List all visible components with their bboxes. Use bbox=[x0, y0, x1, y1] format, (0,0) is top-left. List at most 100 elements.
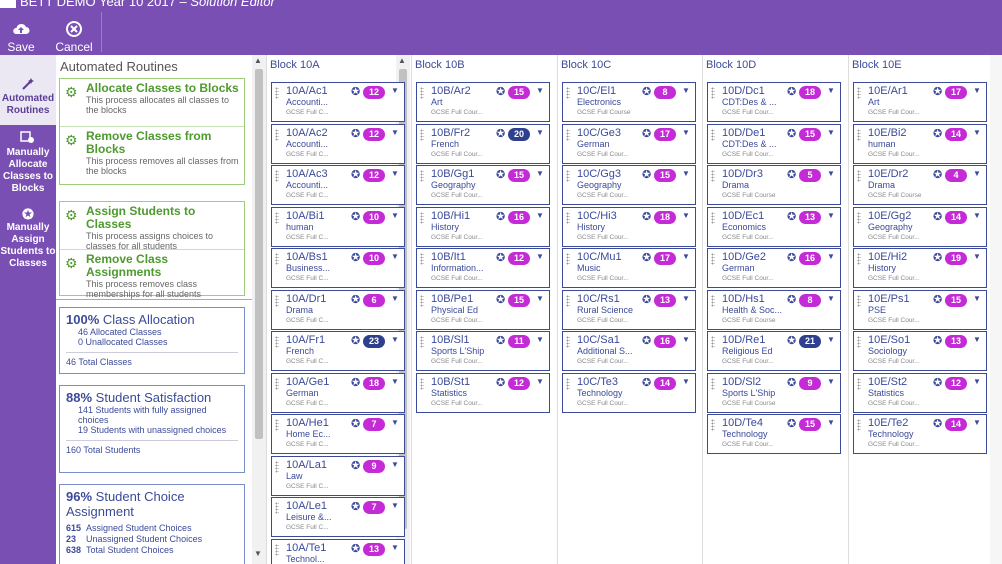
chevron-down-icon[interactable]: ▼ bbox=[827, 169, 835, 178]
chevron-down-icon[interactable]: ▼ bbox=[973, 294, 981, 303]
routines-scrollbar[interactable]: ▲ ▼ bbox=[252, 55, 266, 564]
chevron-down-icon[interactable]: ▼ bbox=[973, 86, 981, 95]
drag-handle-icon[interactable] bbox=[275, 211, 279, 224]
drag-handle-icon[interactable] bbox=[566, 294, 570, 307]
drag-handle-icon[interactable] bbox=[275, 128, 279, 141]
chevron-down-icon[interactable]: ▼ bbox=[973, 335, 981, 344]
chevron-down-icon[interactable]: ▼ bbox=[973, 128, 981, 137]
class-card[interactable]: 10C/Rs1 Rural Science GCSE Full Cour... ✪ 13… bbox=[562, 289, 696, 330]
allocate-classes-button[interactable]: ⚙ Allocate Classes to Blocks This proces… bbox=[60, 79, 244, 126]
drag-handle-icon[interactable] bbox=[566, 253, 570, 265]
class-card[interactable]: 10A/Dr1 Drama GCSE Full C... ✪ 6 ▼ bbox=[271, 289, 405, 330]
chevron-down-icon[interactable]: ▼ bbox=[827, 128, 835, 137]
assign-students-button[interactable]: ⚙ Assign Students to Classes This proces… bbox=[60, 202, 244, 252]
class-card[interactable]: 10B/Ar2 Art GCSE Full Cour... ✪ 15 ▼ bbox=[416, 82, 550, 122]
save-button[interactable]: Save bbox=[5, 20, 37, 54]
drag-handle-icon[interactable] bbox=[420, 377, 424, 390]
chevron-down-icon[interactable]: ▼ bbox=[536, 377, 544, 386]
drag-handle-icon[interactable] bbox=[275, 336, 279, 348]
chevron-down-icon[interactable]: ▼ bbox=[536, 128, 544, 137]
chevron-down-icon[interactable]: ▼ bbox=[827, 377, 835, 386]
class-card[interactable]: 10B/Pe1 Physical Ed GCSE Full Cour... ✪ 15 ▼ bbox=[416, 289, 550, 330]
chevron-down-icon[interactable]: ▼ bbox=[536, 252, 544, 261]
class-card[interactable]: 10A/Le1 Leisure &... GCSE Full C... ✪ 7 ▼ bbox=[271, 497, 405, 537]
chevron-down-icon[interactable]: ▼ bbox=[391, 211, 399, 220]
class-card[interactable]: 10E/Hi2 History GCSE Full Cour... ✪ 19 ▼ bbox=[853, 248, 987, 288]
drag-handle-icon[interactable] bbox=[711, 419, 715, 431]
class-card[interactable]: 10A/Bi1 human GCSE Full C... ✪ 10 ▼ bbox=[271, 206, 405, 247]
drag-handle-icon[interactable] bbox=[566, 170, 570, 182]
chevron-down-icon[interactable]: ▼ bbox=[973, 211, 981, 220]
drag-handle-icon[interactable] bbox=[711, 377, 715, 390]
chevron-down-icon[interactable]: ▼ bbox=[391, 377, 399, 386]
drag-handle-icon[interactable] bbox=[420, 336, 424, 348]
chevron-down-icon[interactable]: ▼ bbox=[973, 169, 981, 178]
class-card[interactable]: 10C/Te3 Technology GCSE Full Cour... ✪ 14 ▼ bbox=[562, 372, 696, 413]
chevron-down-icon[interactable]: ▼ bbox=[682, 86, 690, 95]
drag-handle-icon[interactable] bbox=[275, 460, 279, 473]
chevron-down-icon[interactable]: ▼ bbox=[682, 169, 690, 178]
class-card[interactable]: 10C/El1 Electronics GCSE Full Course ✪ 8 ▼ bbox=[562, 82, 696, 122]
drag-handle-icon[interactable] bbox=[275, 87, 279, 99]
chevron-down-icon[interactable]: ▼ bbox=[973, 418, 981, 427]
class-card[interactable]: 10D/Ge2 German GCSE Full Cour... ✪ 16 ▼ bbox=[707, 248, 841, 288]
class-card[interactable]: 10C/Mu1 Music GCSE Full Cour... ✪ 17 ▼ bbox=[562, 248, 696, 288]
class-card[interactable]: 10D/Dr3 Drama GCSE Full Course ✪ 5 ▼ bbox=[707, 165, 841, 205]
chevron-down-icon[interactable]: ▼ bbox=[391, 543, 399, 552]
class-card[interactable]: 10A/Ac2 Accounti... GCSE Full C... ✪ 12 ▼ bbox=[271, 123, 405, 164]
class-card[interactable]: 10C/Ge3 German GCSE Full Cour... ✪ 17 ▼ bbox=[562, 123, 696, 164]
chevron-down-icon[interactable]: ▼ bbox=[827, 418, 835, 427]
class-card[interactable]: 10A/La1 Law GCSE Full C... ✪ 9 ▼ bbox=[271, 455, 405, 496]
drag-handle-icon[interactable] bbox=[420, 128, 424, 141]
chevron-down-icon[interactable]: ▼ bbox=[827, 252, 835, 261]
drag-handle-icon[interactable] bbox=[275, 502, 279, 514]
class-card[interactable]: 10E/Ar1 Art GCSE Full Cour... ✪ 17 ▼ bbox=[853, 82, 987, 122]
drag-handle-icon[interactable] bbox=[420, 211, 424, 224]
drag-handle-icon[interactable] bbox=[857, 87, 861, 99]
drag-handle-icon[interactable] bbox=[711, 170, 715, 182]
class-card[interactable]: 10A/Te1Technol...GCSE Full C...✪13▼ bbox=[271, 538, 405, 564]
drag-handle-icon[interactable] bbox=[711, 336, 715, 348]
drag-handle-icon[interactable] bbox=[857, 128, 861, 141]
chevron-down-icon[interactable]: ▼ bbox=[391, 335, 399, 344]
class-card[interactable]: 10E/Te2 Technology GCSE Full Cour... ✪ 14 ▼ bbox=[853, 414, 987, 454]
class-card[interactable]: 10B/Gg1 Geography GCSE Full Cour... ✪ 15 ▼ bbox=[416, 165, 550, 205]
class-card[interactable]: 10A/Ac3 Accounti... GCSE Full C... ✪ 12 ▼ bbox=[271, 165, 405, 205]
drag-handle-icon[interactable] bbox=[857, 170, 861, 182]
chevron-down-icon[interactable]: ▼ bbox=[682, 211, 690, 220]
remove-classes-button[interactable]: ⚙ Remove Classes from Blocks This proces… bbox=[60, 126, 244, 184]
scroll-thumb[interactable] bbox=[255, 69, 263, 439]
class-card[interactable]: 10E/Ps1 PSE GCSE Full Cour... ✪ 15 ▼ bbox=[853, 289, 987, 330]
chevron-down-icon[interactable]: ▼ bbox=[391, 86, 399, 95]
class-card[interactable]: 10D/De1 CDT:Des & ... GCSE Full Cour... ✪ 15… bbox=[707, 123, 841, 164]
drag-handle-icon[interactable] bbox=[275, 253, 279, 265]
drag-handle-icon[interactable] bbox=[857, 377, 861, 390]
drag-handle-icon[interactable] bbox=[566, 377, 570, 390]
class-card[interactable]: 10A/Ac1 Accounti... GCSE Full C... ✪ 12 ▼ bbox=[271, 82, 405, 122]
drag-handle-icon[interactable] bbox=[420, 170, 424, 182]
class-card[interactable]: 10D/Re1 Religious Ed GCSE Full Cour... ✪ 21 ▼ bbox=[707, 331, 841, 371]
chevron-down-icon[interactable]: ▼ bbox=[682, 294, 690, 303]
drag-handle-icon[interactable] bbox=[857, 253, 861, 265]
class-card[interactable]: 10D/Ec1 Economics GCSE Full Cour... ✪ 13 ▼ bbox=[707, 206, 841, 247]
chevron-down-icon[interactable]: ▼ bbox=[682, 128, 690, 137]
class-card[interactable]: 10A/Ge1 German GCSE Full C... ✪ 18 ▼ bbox=[271, 372, 405, 413]
drag-handle-icon[interactable] bbox=[420, 253, 424, 265]
chevron-down-icon[interactable]: ▼ bbox=[827, 211, 835, 220]
class-card[interactable]: 10B/Sl1 Sports L'Ship GCSE Full Cour... ✪ 11… bbox=[416, 331, 550, 371]
drag-handle-icon[interactable] bbox=[275, 419, 279, 431]
chevron-down-icon[interactable]: ▼ bbox=[682, 335, 690, 344]
drag-handle-icon[interactable] bbox=[275, 543, 279, 556]
drag-handle-icon[interactable] bbox=[857, 336, 861, 348]
drag-handle-icon[interactable] bbox=[566, 87, 570, 99]
drag-handle-icon[interactable] bbox=[420, 294, 424, 307]
cancel-button[interactable]: Cancel bbox=[52, 20, 96, 54]
scroll-up-icon[interactable]: ▲ bbox=[254, 57, 262, 65]
chevron-down-icon[interactable]: ▼ bbox=[536, 169, 544, 178]
class-card[interactable]: 10E/Gg2 Geography GCSE Full Cour... ✪ 14 ▼ bbox=[853, 206, 987, 247]
chevron-down-icon[interactable]: ▼ bbox=[682, 252, 690, 261]
chevron-down-icon[interactable]: ▼ bbox=[536, 211, 544, 220]
chevron-down-icon[interactable]: ▼ bbox=[973, 252, 981, 261]
sidebar-item-automated-routines[interactable]: Automated Routines bbox=[0, 55, 56, 125]
drag-handle-icon[interactable] bbox=[420, 87, 424, 99]
